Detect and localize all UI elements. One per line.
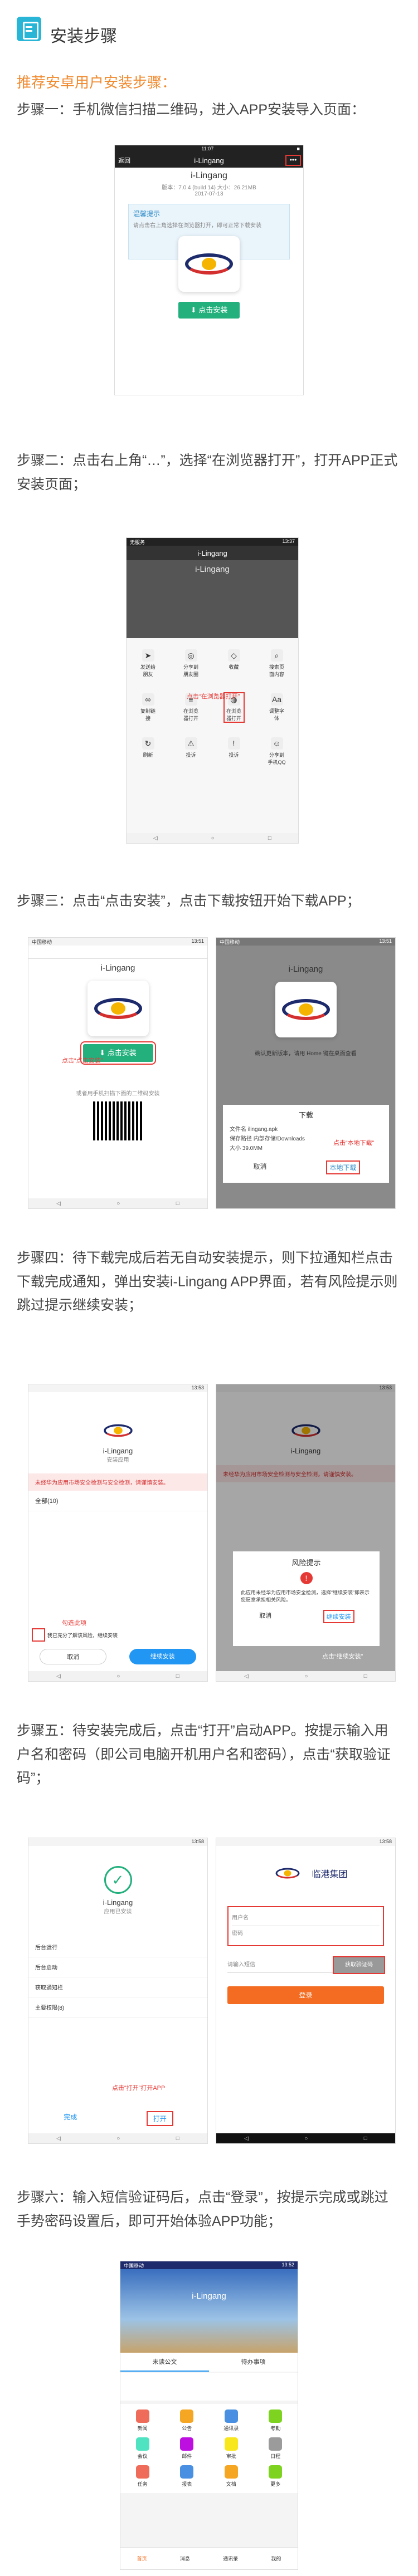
screenshot-3b: 中国移动 13:51 i-Lingang 确认更新版本，请用 Home 键在桌面查… <box>216 937 396 1209</box>
bottom-nav: 首页 消息 通讯录 我的 <box>120 2547 298 2569</box>
qq-icon[interactable]: ☺ 分享到手机QQ <box>268 737 286 766</box>
refresh-icon[interactable]: ↻ 刷新 <box>139 737 158 766</box>
page-title: 安装步骤 <box>50 27 117 46</box>
local-download-button[interactable]: 本地下载 <box>326 1160 360 1174</box>
app-logo <box>178 236 240 292</box>
setting-item[interactable]: 后台运行 <box>28 1937 207 1957</box>
nav-contacts[interactable]: 通讯录 <box>223 2555 238 2562</box>
intro-text: 推荐安卓用户安装步骤： <box>17 74 177 91</box>
app-name: i-Lingang <box>191 171 227 180</box>
tile[interactable]: 公告 <box>165 2410 210 2432</box>
screenshot-1: 11:07 ■ 返回 i-Lingang ••• i-Lingang 版本：7.0… <box>114 145 304 395</box>
tile[interactable]: 审批 <box>209 2437 254 2460</box>
back-button[interactable]: 返回 <box>118 156 130 165</box>
step-1-text: 步骤一：手机微信扫描二维码，进入APP安装导入页面： <box>17 102 366 117</box>
app-logo <box>275 1865 300 1882</box>
android-nav: ◁ ○ □ <box>127 833 298 843</box>
install-button[interactable]: 继续安装 <box>129 1649 196 1664</box>
risk-checkbox[interactable] <box>32 1628 45 1642</box>
screenshot-5a: 13:58 ✓ i-Lingang 应用已安装 后台运行 后台启动 获取通知栏 … <box>28 1838 208 2144</box>
step-6-text: 步骤六：输入短信验证码后，点击“登录”，按提示完成或跳过手势密码设置后，即可开始… <box>17 2190 388 2229</box>
step-2-text: 步骤二：点击右上角“…”，选择“在浏览器打开”，打开APP正式安装页面； <box>17 453 398 492</box>
cancel-button[interactable]: 取消 <box>253 1162 266 1173</box>
more-button[interactable]: ••• <box>285 155 301 166</box>
username-input[interactable]: 用户名 <box>232 1911 380 1926</box>
continue-install-button[interactable]: 继续安装 <box>323 1610 354 1623</box>
screenshot-6: 中国移动 13:52 i-Lingang 未读公文 待办事项 新闻 公告 通讯录 … <box>120 2261 298 2570</box>
tab-unread[interactable]: 未读公文 <box>120 2353 209 2372</box>
document-icon <box>17 17 41 41</box>
version-info: 版本：7.0.4 (build 14) 大小：26.21MB <box>162 185 256 191</box>
tile[interactable]: 日程 <box>254 2437 298 2460</box>
get-code-button[interactable]: 获取验证码 <box>333 1956 385 1974</box>
warning-banner: 未经华为应用市场安全检测与安全检测，请谨慎安装。 <box>28 1473 207 1491</box>
tab-todo[interactable]: 待办事项 <box>209 2353 298 2372</box>
send-icon[interactable]: ➤ 发送给朋友 <box>139 649 158 678</box>
install-button[interactable]: ⬇ 点击安装 <box>178 302 240 319</box>
tile[interactable]: 新闻 <box>120 2410 165 2432</box>
page-header: 安装步骤 <box>0 0 418 50</box>
moments-icon[interactable]: ◎ 分享到朋友圈 <box>182 649 201 678</box>
cancel-button[interactable]: 取消 <box>259 1611 271 1622</box>
font-icon[interactable]: Aa 调整字体 <box>268 693 286 722</box>
screenshot-3a: 中国移动 13:51 i-Lingang ⬇ 点击安装 点击“点击安装” 或者用手… <box>28 937 208 1209</box>
annotation-note: 点击“在浏览器打开” <box>187 693 240 700</box>
tile[interactable]: 报表 <box>165 2465 210 2487</box>
release-date: 2017-07-13 <box>195 191 223 197</box>
credentials-box: 用户名 密码 <box>227 1906 384 1946</box>
risk-dialog: 风险提示 ! 此应用未经华为应用市场安全检测，选择“继续安装”即表示您愿意承担相… <box>233 1551 380 1646</box>
link-icon[interactable]: ∞ 复制链接 <box>139 693 158 722</box>
tile[interactable]: 更多 <box>254 2465 298 2487</box>
app-logo <box>87 981 149 1036</box>
function-grid: 新闻 公告 通讯录 考勤 会议 邮件 审批 日程 任务 报表 文档 更多 <box>120 2404 298 2493</box>
screenshot-4b: 13:53 i-Lingang 未经华为应用市场安全检测与安全检测，请谨慎安装。… <box>216 1384 396 1682</box>
tile[interactable]: 会议 <box>120 2437 165 2460</box>
qr-code <box>93 1101 143 1140</box>
home-banner[interactable]: i-Lingang <box>120 2269 298 2353</box>
password-input[interactable]: 密码 <box>232 1926 380 1942</box>
step-3-text: 步骤三：点击“点击安装”，点击下载按钮开始下载APP； <box>17 893 361 909</box>
tile[interactable]: 邮件 <box>165 2437 210 2460</box>
tile[interactable]: 考勤 <box>254 2410 298 2432</box>
screenshot-5b: 13:58 临港集团 用户名 密码 请输入短信 获取验证码 登录 ◁ ○ □ <box>216 1838 396 2144</box>
tile[interactable]: 任务 <box>120 2465 165 2487</box>
warning-icon: ! <box>300 1572 313 1584</box>
report-icon-2[interactable]: ! 投诉 <box>225 737 244 766</box>
setting-item[interactable]: 后台启动 <box>28 1957 207 1977</box>
step-4-text: 步骤四：待下载完成后若无自动安装提示，则下拉通知栏点击下载完成通知，弹出安装i-… <box>17 1250 398 1313</box>
open-button[interactable]: 打开 <box>146 2111 173 2126</box>
status-bar: 11:07 ■ <box>115 145 303 153</box>
success-check-icon: ✓ <box>104 1866 132 1894</box>
tile[interactable]: 文档 <box>209 2465 254 2487</box>
cancel-button[interactable]: 取消 <box>40 1649 107 1664</box>
favorite-icon[interactable]: ◇ 收藏 <box>225 649 244 678</box>
share-sheet: ➤ 发送给朋友 ◎ 分享到朋友圈 ◇ 收藏 ⌕ 搜索页面内容 ∞ 复制链接 ≡ 在浏览器打开… <box>127 638 298 833</box>
done-button[interactable]: 完成 <box>64 2112 77 2125</box>
nav-home[interactable]: 首页 <box>137 2555 147 2562</box>
tile[interactable]: 通讯录 <box>209 2410 254 2432</box>
screenshot-4a: 13:53 i-Lingang 安装应用 未经华为应用市场安全检测与安全检测，请… <box>28 1384 208 1682</box>
setting-item[interactable]: 获取通知栏 <box>28 1977 207 1997</box>
nav-messages[interactable]: 消息 <box>180 2555 190 2562</box>
notice-list <box>120 2373 298 2401</box>
report-icon[interactable]: ⚠ 投诉 <box>182 737 201 766</box>
app-logo <box>103 1421 133 1441</box>
search-icon[interactable]: ⌕ 搜索页面内容 <box>268 649 286 678</box>
sms-code-input[interactable]: 请输入短信 <box>227 1957 334 1973</box>
login-button[interactable]: 登录 <box>227 1986 384 2004</box>
nav-me[interactable]: 我的 <box>271 2555 281 2562</box>
step-5-text: 步骤五：待安装完成后，点击“打开”启动APP。按提示输入用户名和密码（即公司电脑… <box>17 1723 391 1786</box>
setting-item[interactable]: 主要权限(8) <box>28 1997 207 2017</box>
wechat-navbar: 返回 i-Lingang ••• <box>115 153 303 168</box>
screenshot-2: 无服务 13:37 i-Lingang i-Lingang ➤ 发送给朋友 ◎ 分享到… <box>126 537 299 844</box>
url-bar[interactable] <box>28 946 207 959</box>
